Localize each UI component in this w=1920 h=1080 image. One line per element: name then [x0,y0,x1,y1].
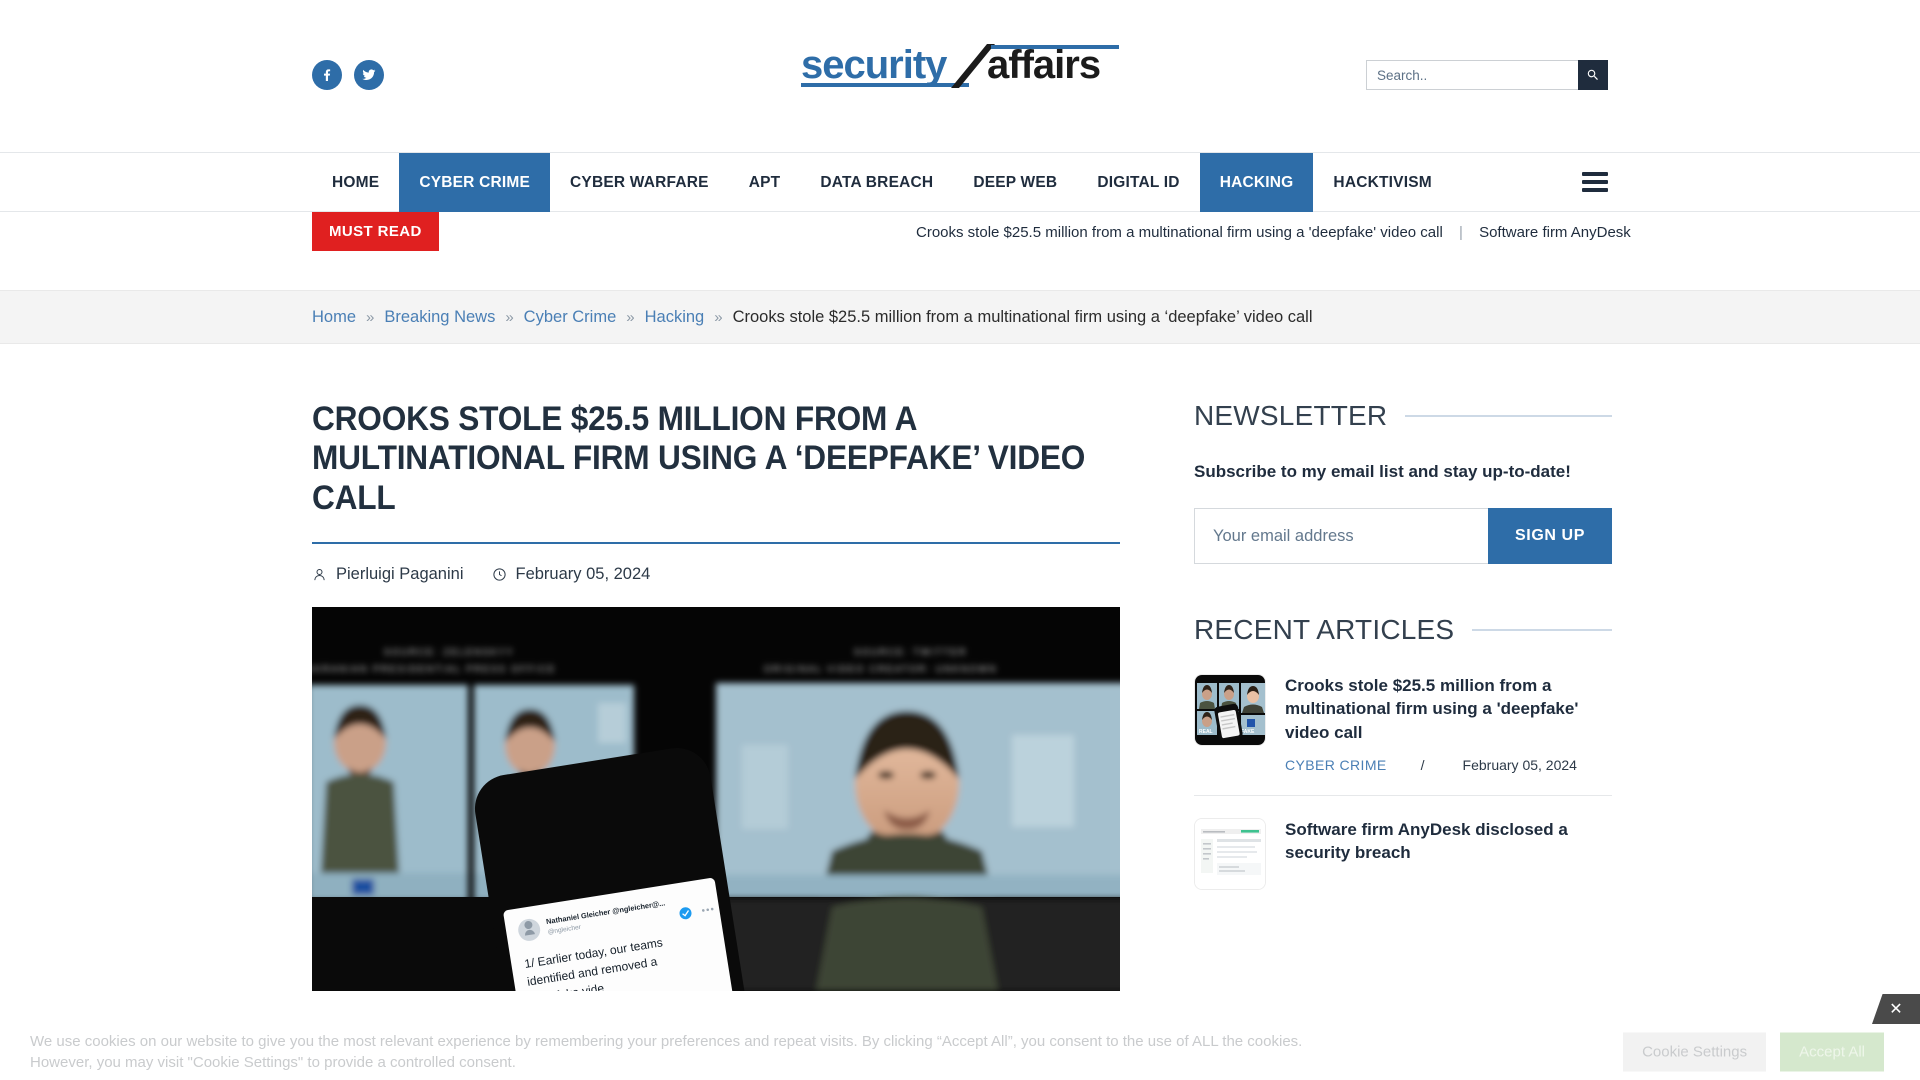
nav-item-digital-id[interactable]: DIGITAL ID [1077,153,1199,213]
breadcrumb: Home » Breaking News » Cyber Crime » Hac… [312,308,1313,327]
must-read-ticker: MUST READ Crooks stole $25.5 million fro… [0,212,1920,290]
breadcrumb-breaking-news[interactable]: Breaking News [384,308,495,327]
author-name: Pierluigi Paganini [336,565,464,584]
site-header: security affairs [0,0,1920,152]
ticker-list: Crooks stole $25.5 million from a multin… [916,224,1920,241]
recent-articles-title: RECENT ARTICLES [1194,614,1455,646]
nav-item-cyber-warfare[interactable]: CYBER WARFARE [550,153,729,213]
breadcrumb-cyber-crime[interactable]: Cyber Crime [524,308,617,327]
nav-item-hacktivism[interactable]: HACKTIVISM [1313,153,1451,213]
newsletter-widget: NEWSLETTER Subscribe to my email list an… [1194,400,1612,565]
breadcrumb-separator: » [366,308,375,326]
sidebar: NEWSLETTER Subscribe to my email list an… [1194,400,1612,991]
svg-text:SOURCE: ZELENSKYY: SOURCE: ZELENSKYY [384,647,515,657]
svg-text:UKRANIAN PRESIDENTIAL PRESS OF: UKRANIAN PRESIDENTIAL PRESS OFFICE [312,664,556,674]
nav-item-hacking[interactable]: HACKING [1199,153,1314,213]
recent-articles-header: RECENT ARTICLES [1194,614,1612,646]
search-input[interactable] [1366,60,1578,90]
title-divider [312,542,1120,545]
page-root: security affairs HOME CYBER CRIME CYBER … [0,0,1920,1080]
nav-item-deep-web[interactable]: DEEP WEB [953,153,1077,213]
newsletter-divider [1405,415,1612,417]
article-summary: Crooks stole $25.5 million from a multin… [1285,674,1612,772]
breadcrumb-home[interactable]: Home [312,308,356,327]
breadcrumb-hacking[interactable]: Hacking [645,308,705,327]
nav-item-data-breach[interactable]: DATA BREACH [800,153,953,213]
accept-all-button[interactable]: Accept All [1780,1032,1884,1072]
nav-item-apt[interactable]: APT [729,153,801,213]
close-icon[interactable]: ✕ [1872,994,1920,1024]
date-meta: February 05, 2024 [492,565,651,584]
twitter-icon[interactable] [354,60,384,90]
svg-text:FAKE: FAKE [1241,729,1255,735]
article-link[interactable]: Crooks stole $25.5 million from a multin… [1285,674,1612,743]
recent-articles-widget: RECENT ARTICLES REAL FAKE Crooks stole $… [1194,614,1612,911]
nav-item-cyber-crime[interactable]: CYBER CRIME [399,153,551,213]
article-byline: Pierluigi Paganini February 05, 2024 [312,565,1120,584]
article-summary: Software firm AnyDesk disclosed a securi… [1285,818,1612,890]
clock-icon [492,568,506,581]
content-area: CROOKS STOLE $25.5 MILLION FROM A MULTIN… [0,344,1920,992]
search-form [1366,60,1608,90]
meta-separator: / [1420,756,1425,773]
category-link[interactable]: CYBER CRIME [1285,757,1387,773]
recent-articles-divider [1472,629,1612,632]
breadcrumb-separator: » [505,308,514,326]
search-button[interactable] [1578,60,1608,90]
ticker-item-1[interactable]: Crooks stole $25.5 million from a multin… [916,224,1443,241]
cookie-settings-button[interactable]: Cookie Settings [1623,1032,1767,1072]
newsletter-subtitle: Subscribe to my email list and stay up-t… [1194,462,1571,481]
newsletter-title: NEWSLETTER [1194,400,1388,431]
article-date: February 05, 2024 [1462,756,1577,773]
article-link[interactable]: Software firm AnyDesk disclosed a securi… [1285,818,1612,864]
article-thumbnail[interactable] [1194,817,1266,890]
newsletter-form: SIGN UP [1194,508,1612,565]
hamburger-icon[interactable] [1582,172,1608,192]
page-title: CROOKS STOLE $25.5 MILLION FROM A MULTIN… [312,400,1086,517]
nav-items: HOME CYBER CRIME CYBER WARFARE APT DATA … [312,153,1452,213]
nav-item-home[interactable]: HOME [312,153,399,213]
cookie-banner-actions: Cookie Settings Accept All [1623,1032,1884,1072]
article-column: CROOKS STOLE $25.5 MILLION FROM A MULTIN… [312,400,1120,992]
breadcrumb-separator: » [714,308,723,326]
article-thumbnail[interactable]: REAL FAKE [1194,674,1266,747]
publish-date: February 05, 2024 [515,565,651,584]
breadcrumb-bar: Home » Breaking News » Cyber Crime » Hac… [0,290,1920,344]
email-field[interactable] [1194,508,1488,565]
facebook-icon[interactable] [312,60,342,90]
svg-text:affairs: affairs [987,43,1100,87]
sign-up-button[interactable]: SIGN UP [1488,508,1612,565]
author-meta: Pierluigi Paganini [312,565,464,584]
breadcrumb-separator: » [626,308,635,326]
cookie-consent-banner: We use cookies on our website to give yo… [0,1024,1920,1080]
article-featured-image[interactable]: SOURCE: ZELENSKYY UKRANIAN PRESIDENTIAL … [312,607,1120,992]
site-logo[interactable]: security affairs [801,42,1119,94]
list-item[interactable]: REAL FAKE Crooks stole $25.5 million fro… [1194,674,1612,796]
must-read-badge[interactable]: MUST READ [312,212,439,251]
ticker-separator: | [1459,224,1463,241]
main-navigation: HOME CYBER CRIME CYBER WARFARE APT DATA … [0,152,1920,213]
list-item[interactable]: Software firm AnyDesk disclosed a securi… [1194,817,1612,912]
breadcrumb-current: Crooks stole $25.5 million from a multin… [732,307,1313,326]
svg-text:ORIGINAL VIDEO CREATOR: UNKNOW: ORIGINAL VIDEO CREATOR: UNKNOWN [764,664,997,674]
search-icon [1587,69,1598,80]
svg-text:security: security [801,43,948,87]
ticker-item-2[interactable]: Software firm AnyDesk [1479,224,1631,241]
social-links [312,60,384,90]
article-meta: CYBER CRIME / February 05, 2024 [1285,757,1612,773]
svg-text:SOURCE: TWITTER: SOURCE: TWITTER [854,647,967,657]
svg-text:REAL: REAL [1199,729,1213,735]
cookie-banner-text: We use cookies on our website to give yo… [30,1032,1303,1071]
newsletter-header: NEWSLETTER [1194,400,1612,432]
user-icon [314,569,325,581]
